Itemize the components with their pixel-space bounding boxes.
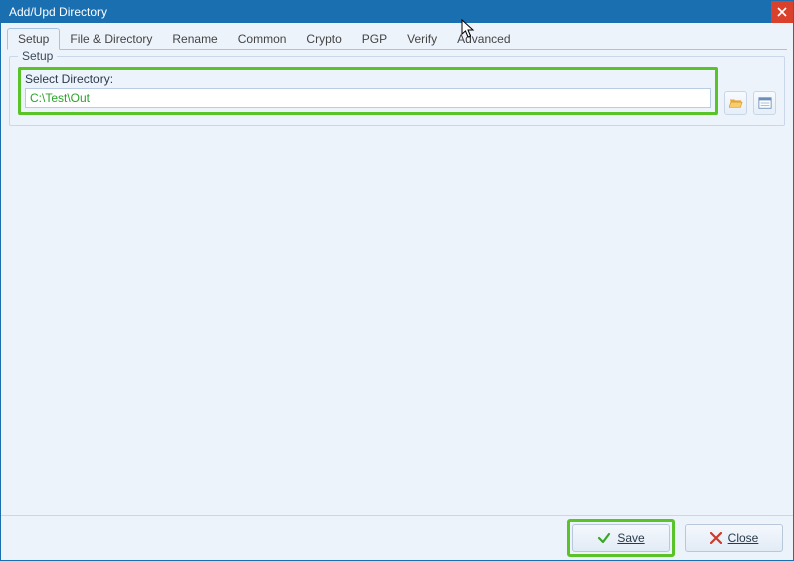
tab-pgp[interactable]: PGP (352, 29, 397, 49)
tab-file-directory[interactable]: File & Directory (60, 29, 162, 49)
browse-button[interactable] (724, 91, 747, 115)
setup-groupbox: Setup Select Directory: (9, 56, 785, 126)
save-button-label: Save (617, 531, 644, 545)
window-close-button[interactable] (771, 1, 793, 23)
titlebar: Add/Upd Directory (1, 1, 793, 23)
details-button[interactable] (753, 91, 776, 115)
window-title: Add/Upd Directory (9, 5, 107, 19)
red-x-icon (710, 532, 722, 544)
content-area: Setup Select Directory: (7, 49, 787, 511)
tab-verify[interactable]: Verify (397, 29, 447, 49)
folder-open-icon (729, 96, 743, 110)
tab-bar: Setup File & Directory Rename Common Cry… (1, 23, 793, 49)
close-button-label: Close (728, 531, 759, 545)
close-button[interactable]: Close (685, 524, 783, 552)
tab-rename[interactable]: Rename (162, 29, 227, 49)
tab-crypto[interactable]: Crypto (296, 29, 351, 49)
save-button[interactable]: Save (572, 524, 670, 552)
save-highlight: Save (567, 519, 675, 557)
button-bar: Save Close (1, 515, 793, 560)
check-icon (597, 531, 611, 545)
tab-common[interactable]: Common (228, 29, 297, 49)
groupbox-title: Setup (18, 49, 57, 63)
tab-setup[interactable]: Setup (7, 28, 60, 50)
details-pane-icon (758, 96, 772, 110)
window-root: Add/Upd Directory Setup File & Directory… (0, 0, 794, 561)
close-icon (777, 7, 787, 17)
directory-highlight: Select Directory: (18, 67, 718, 115)
directory-input[interactable] (25, 88, 711, 108)
select-directory-label: Select Directory: (25, 72, 711, 86)
tab-advanced[interactable]: Advanced (447, 29, 520, 49)
